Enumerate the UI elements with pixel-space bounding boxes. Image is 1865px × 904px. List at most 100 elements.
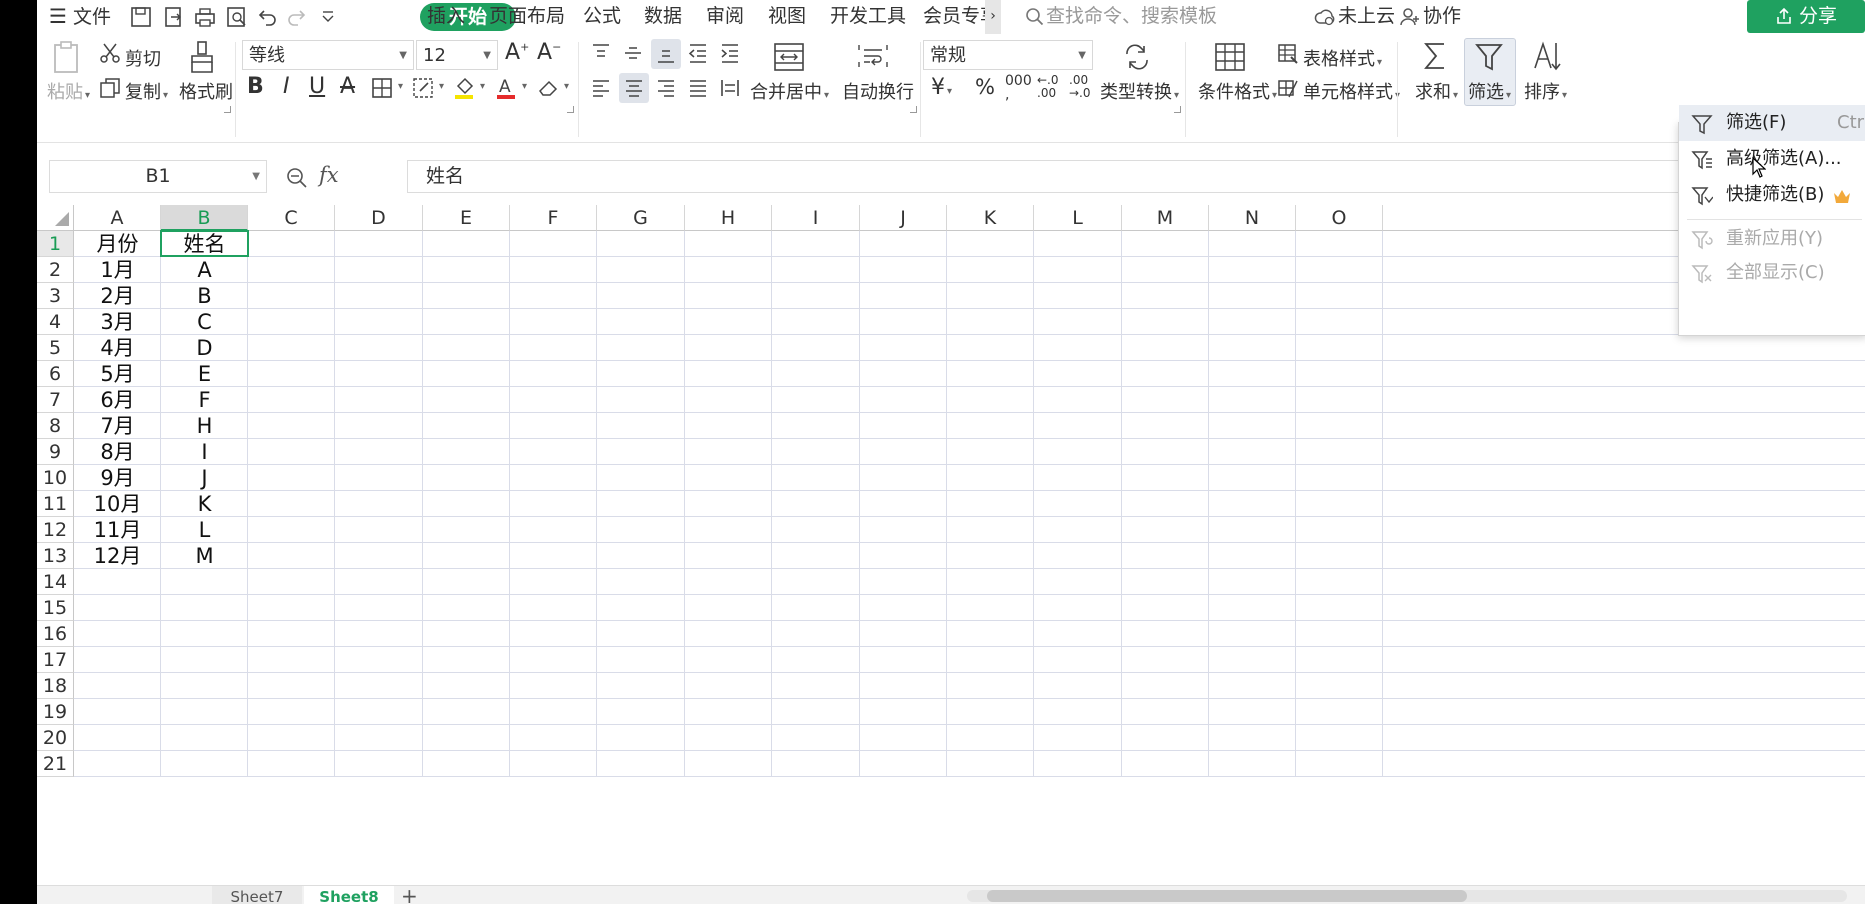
menu-item-quick-filter[interactable]: 快捷筛选(B) <box>1679 177 1865 213</box>
currency-format-button[interactable]: ¥ ▾ <box>931 75 952 100</box>
row-header-12[interactable]: 12 <box>37 517 74 543</box>
row-header-21[interactable]: 21 <box>37 751 74 777</box>
print-icon[interactable] <box>194 6 216 28</box>
clipboard-group-launcher[interactable] <box>224 106 231 113</box>
column-header-i[interactable]: I <box>772 205 860 231</box>
file-menu[interactable]: ☰ 文件 <box>49 0 111 34</box>
customize-quick-access-icon[interactable] <box>321 9 335 25</box>
row-header-15[interactable]: 15 <box>37 595 74 621</box>
column-header-c[interactable]: C <box>248 205 335 231</box>
cut-button[interactable]: 剪切 <box>125 45 161 71</box>
row-header-1[interactable]: 1 <box>37 231 74 257</box>
tab-insert[interactable]: 插入 <box>427 0 465 34</box>
sort-icon[interactable] <box>1532 40 1562 72</box>
undo-icon[interactable] <box>256 6 278 28</box>
type-convert-icon[interactable] <box>1122 42 1152 72</box>
tab-scroll-right-button[interactable]: › <box>985 0 1001 34</box>
row-header-16[interactable]: 16 <box>37 621 74 647</box>
justify-icon[interactable] <box>687 77 709 99</box>
bold-icon[interactable]: B <box>247 74 264 99</box>
select-all-corner[interactable] <box>37 205 74 231</box>
eraser-icon[interactable] <box>537 77 559 99</box>
share-button[interactable]: 分享 <box>1747 0 1865 33</box>
name-box[interactable]: B1 ▼ <box>49 160 267 193</box>
sheet-tab[interactable]: Sheet7 <box>212 886 302 904</box>
column-header-d[interactable]: D <box>335 205 423 231</box>
increase-indent-icon[interactable] <box>719 42 741 64</box>
percent-format-button[interactable]: % <box>975 75 995 99</box>
type-convert-button[interactable]: 类型转换 ▾ <box>1100 78 1179 104</box>
column-header-h[interactable]: H <box>685 205 772 231</box>
tab-formulas[interactable]: 公式 <box>583 0 621 34</box>
wrap-text-button[interactable]: 自动换行 <box>842 78 914 104</box>
format-painter-button[interactable]: 格式刷 <box>179 78 233 104</box>
row-header-8[interactable]: 8 <box>37 413 74 439</box>
table-style-button[interactable]: 表格样式 ▾ <box>1303 45 1382 71</box>
row-header-14[interactable]: 14 <box>37 569 74 595</box>
column-header-g[interactable]: G <box>597 205 685 231</box>
menu-item-advanced-filter[interactable]: 高级筛选(A)... <box>1679 141 1865 177</box>
autosum-button[interactable]: 求和 ▾ <box>1415 78 1458 104</box>
underline-icon[interactable]: U <box>309 74 325 99</box>
sum-icon[interactable] <box>1422 40 1448 72</box>
merge-center-button[interactable]: 合并居中 ▾ <box>750 78 829 104</box>
tab-developer[interactable]: 开发工具 <box>830 0 906 34</box>
align-right-icon[interactable] <box>655 77 677 99</box>
row-header-7[interactable]: 7 <box>37 387 74 413</box>
decrease-decimal-icon[interactable]: .00 →.0 <box>1069 74 1091 100</box>
row-header-17[interactable]: 17 <box>37 647 74 673</box>
paste-button[interactable]: 粘贴 ▾ <box>47 78 90 104</box>
merge-center-icon[interactable] <box>773 42 805 72</box>
column-header-m[interactable]: M <box>1122 205 1209 231</box>
align-middle-icon[interactable] <box>622 42 644 64</box>
column-header-e[interactable]: E <box>423 205 510 231</box>
format-painter-icon[interactable] <box>188 40 216 74</box>
alignment-group-launcher[interactable] <box>910 106 917 113</box>
tab-page-layout[interactable]: 页面布局 <box>489 0 565 34</box>
borders-icon[interactable] <box>371 77 393 99</box>
column-header-k[interactable]: K <box>947 205 1034 231</box>
add-sheet-button[interactable]: + <box>401 884 418 904</box>
insert-function-button[interactable]: fx <box>319 163 339 187</box>
sort-button[interactable]: 排序 ▾ <box>1524 78 1567 104</box>
strikethrough-icon[interactable]: A <box>340 74 355 99</box>
font-name-select[interactable]: 等线 ▼ <box>242 40 414 70</box>
column-header-b[interactable]: B <box>161 205 248 231</box>
formula-input[interactable]: 姓名 <box>407 160 1865 193</box>
fill-color-icon[interactable] <box>453 76 475 100</box>
row-header-2[interactable]: 2 <box>37 257 74 283</box>
font-size-select[interactable]: 12 ▼ <box>416 40 498 70</box>
sheet-tab-active[interactable]: Sheet8 <box>304 886 394 904</box>
conditional-format-button[interactable]: 条件格式 ▾ <box>1198 78 1277 104</box>
scrollbar-thumb[interactable] <box>987 890 1467 902</box>
copy-button[interactable]: 复制 ▾ <box>125 78 168 104</box>
row-header-19[interactable]: 19 <box>37 699 74 725</box>
column-header-j[interactable]: J <box>860 205 947 231</box>
zoom-icon[interactable] <box>286 167 308 189</box>
cell-border-style-icon[interactable] <box>412 77 434 99</box>
cell-b13[interactable]: M <box>161 541 248 571</box>
tab-review[interactable]: 审阅 <box>706 0 744 34</box>
worksheet-grid[interactable]: A B C D E F G H I J K L M N O 1 2 3 4 5 6 7 8 9 10 11 12 13 14 15 16 17… <box>37 205 1865 890</box>
decrease-indent-icon[interactable] <box>687 42 709 64</box>
italic-icon[interactable]: I <box>283 74 290 99</box>
conditional-format-icon[interactable] <box>1214 42 1246 72</box>
horizontal-scrollbar[interactable] <box>967 890 1847 902</box>
row-header-9[interactable]: 9 <box>37 439 74 465</box>
cloud-status-button[interactable]: 未上云 <box>1338 0 1395 34</box>
increase-decimal-icon[interactable]: ←.0.00 <box>1037 74 1059 100</box>
column-header-o[interactable]: O <box>1296 205 1383 231</box>
save-icon[interactable] <box>130 6 152 28</box>
align-top-icon[interactable] <box>590 42 612 64</box>
column-header-l[interactable]: L <box>1034 205 1122 231</box>
tab-view[interactable]: 视图 <box>768 0 806 34</box>
print-preview-icon[interactable] <box>226 6 248 28</box>
row-header-4[interactable]: 4 <box>37 309 74 335</box>
number-group-launcher[interactable] <box>1174 106 1181 113</box>
row-header-10[interactable]: 10 <box>37 465 74 491</box>
collaborate-button[interactable]: 协作 <box>1423 0 1461 34</box>
command-search-input[interactable]: 查找命令、搜索模板 <box>1046 0 1217 34</box>
column-header-f[interactable]: F <box>510 205 597 231</box>
row-header-11[interactable]: 11 <box>37 491 74 517</box>
decrease-font-size-icon[interactable]: A− <box>537 40 561 65</box>
